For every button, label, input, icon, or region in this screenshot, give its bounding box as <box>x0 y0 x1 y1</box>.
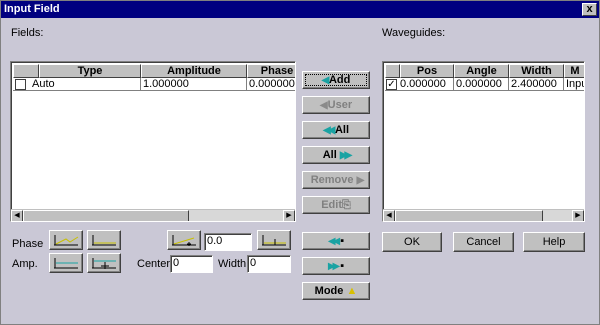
mode-spectrum-icon: ▲ <box>346 285 358 297</box>
waveguides-cell-angle[interactable]: 0.000000 <box>454 78 509 91</box>
scroll-right-icon[interactable]: ▶ <box>572 210 584 221</box>
user-button[interactable]: ◀ User <box>302 96 370 114</box>
waveguides-cell-width[interactable]: 2.400000 <box>509 78 564 91</box>
waveguides-label: Waveguides: <box>382 27 446 39</box>
offset-icon <box>262 235 286 246</box>
fields-row-checkbox[interactable] <box>15 79 26 90</box>
fields-header-type[interactable]: Type <box>39 64 141 78</box>
tilt-icon <box>172 235 196 246</box>
fields-table[interactable]: Type Amplitude Phase Auto 1.000000 0.000… <box>10 61 296 222</box>
waveguides-row-checkbox[interactable]: ✓ <box>386 79 397 90</box>
scroll-left-icon[interactable]: ◀ <box>11 210 23 221</box>
waveguides-hscrollbar[interactable]: ◀ ▶ <box>383 209 584 221</box>
save-button[interactable]: ▶▶ ▪ <box>302 257 370 275</box>
window-title: Input Field <box>4 3 60 15</box>
fields-header-amplitude[interactable]: Amplitude <box>141 64 247 78</box>
phase-label: Phase <box>12 238 44 250</box>
floppy-disk-icon: ▪ <box>340 235 345 247</box>
amp-crosshair-icon <box>92 258 116 269</box>
amp-cursor-button[interactable] <box>87 253 121 273</box>
waveguides-cell-mode[interactable]: Input <box>564 78 584 91</box>
edit-icon: ⎘ <box>341 199 351 211</box>
waveguides-table[interactable]: Pos Angle Width M ✓ 0.000000 0.000000 2.… <box>382 61 585 222</box>
mode-button[interactable]: Mode ▲ <box>302 282 370 300</box>
close-button[interactable]: x <box>582 3 597 16</box>
help-button[interactable]: Help <box>523 232 585 252</box>
double-arrow-left-icon: ◀◀ <box>322 125 336 136</box>
fields-hscrollbar[interactable]: ◀ ▶ <box>11 209 295 221</box>
phase-flat-icon <box>92 235 116 246</box>
tilt-button[interactable] <box>167 230 201 250</box>
load-button[interactable]: ◀◀ ▪ <box>302 232 370 250</box>
scroll-right-icon[interactable]: ▶ <box>283 210 295 221</box>
add-all-button[interactable]: ◀◀ All <box>302 121 370 139</box>
fields-cell-phase[interactable]: 0.000000 <box>247 78 295 91</box>
arrow-right-icon: ▶ <box>356 175 365 186</box>
fields-cell-amplitude[interactable]: 1.000000 <box>141 78 247 91</box>
width-label: Width <box>218 258 247 270</box>
double-arrow-right-icon: ▶▶ <box>339 150 353 161</box>
offset-button[interactable] <box>257 230 291 250</box>
remove-all-button[interactable]: All ▶▶ <box>302 146 370 164</box>
remove-button[interactable]: Remove ▶ <box>302 171 370 189</box>
phase-profile-button[interactable] <box>49 230 83 250</box>
waveguides-cell-pos[interactable]: 0.000000 <box>398 78 454 91</box>
phase-ramp-icon <box>54 235 79 246</box>
fields-scroll-thumb[interactable] <box>23 210 189 221</box>
fields-label: Fields: <box>11 27 44 39</box>
title-bar: Input Field x <box>1 1 599 18</box>
width-input[interactable]: 0 <box>247 255 291 273</box>
input-field-dialog: Input Field x Fields: Waveguides: Type A… <box>0 0 600 325</box>
fields-header-phase[interactable]: Phase <box>247 64 295 78</box>
edit-label: Edit <box>321 199 342 211</box>
waveguides-header-angle[interactable]: Angle <box>454 64 509 78</box>
remove-label: Remove <box>310 174 354 186</box>
mode-label: Mode <box>314 285 344 297</box>
remove-all-label: All <box>322 149 337 161</box>
double-arrow-left-icon: ◀◀ <box>327 236 341 247</box>
waveguides-header-pos[interactable]: Pos <box>400 64 454 78</box>
phase-flat-button[interactable] <box>87 230 121 250</box>
amp-flat-icon <box>54 258 78 269</box>
fields-cell-type[interactable]: Auto <box>30 78 141 91</box>
arrow-left-icon: ◀ <box>321 75 330 86</box>
cancel-button[interactable]: Cancel <box>453 232 514 252</box>
fields-row-check-cell <box>13 78 31 91</box>
add-button[interactable]: ◀ Add <box>302 71 370 89</box>
add-all-label: All <box>334 124 350 136</box>
waveguides-header-corner <box>385 64 400 78</box>
center-label: Center <box>137 258 171 270</box>
center-input[interactable]: 0 <box>170 255 213 273</box>
waveguides-header-mode[interactable]: M <box>564 64 584 78</box>
arrow-left-icon: ◀ <box>319 100 328 111</box>
waveguides-header-width[interactable]: Width <box>509 64 564 78</box>
double-arrow-right-icon: ▶▶ <box>327 261 341 272</box>
add-label: Add <box>328 74 351 86</box>
floppy-disk-icon: ▪ <box>340 260 345 272</box>
amp-flat-button[interactable] <box>49 253 83 273</box>
waveguides-scroll-thumb[interactable] <box>395 210 543 221</box>
fields-header-corner <box>13 64 39 78</box>
phase-value-input[interactable]: 0.0 <box>204 233 252 251</box>
scroll-left-icon[interactable]: ◀ <box>383 210 395 221</box>
amp-label: Amp. <box>12 258 38 270</box>
close-icon: x <box>586 3 593 15</box>
user-label: User <box>327 99 353 111</box>
ok-button[interactable]: OK <box>382 232 442 252</box>
edit-button[interactable]: Edit⎘ <box>302 196 370 214</box>
